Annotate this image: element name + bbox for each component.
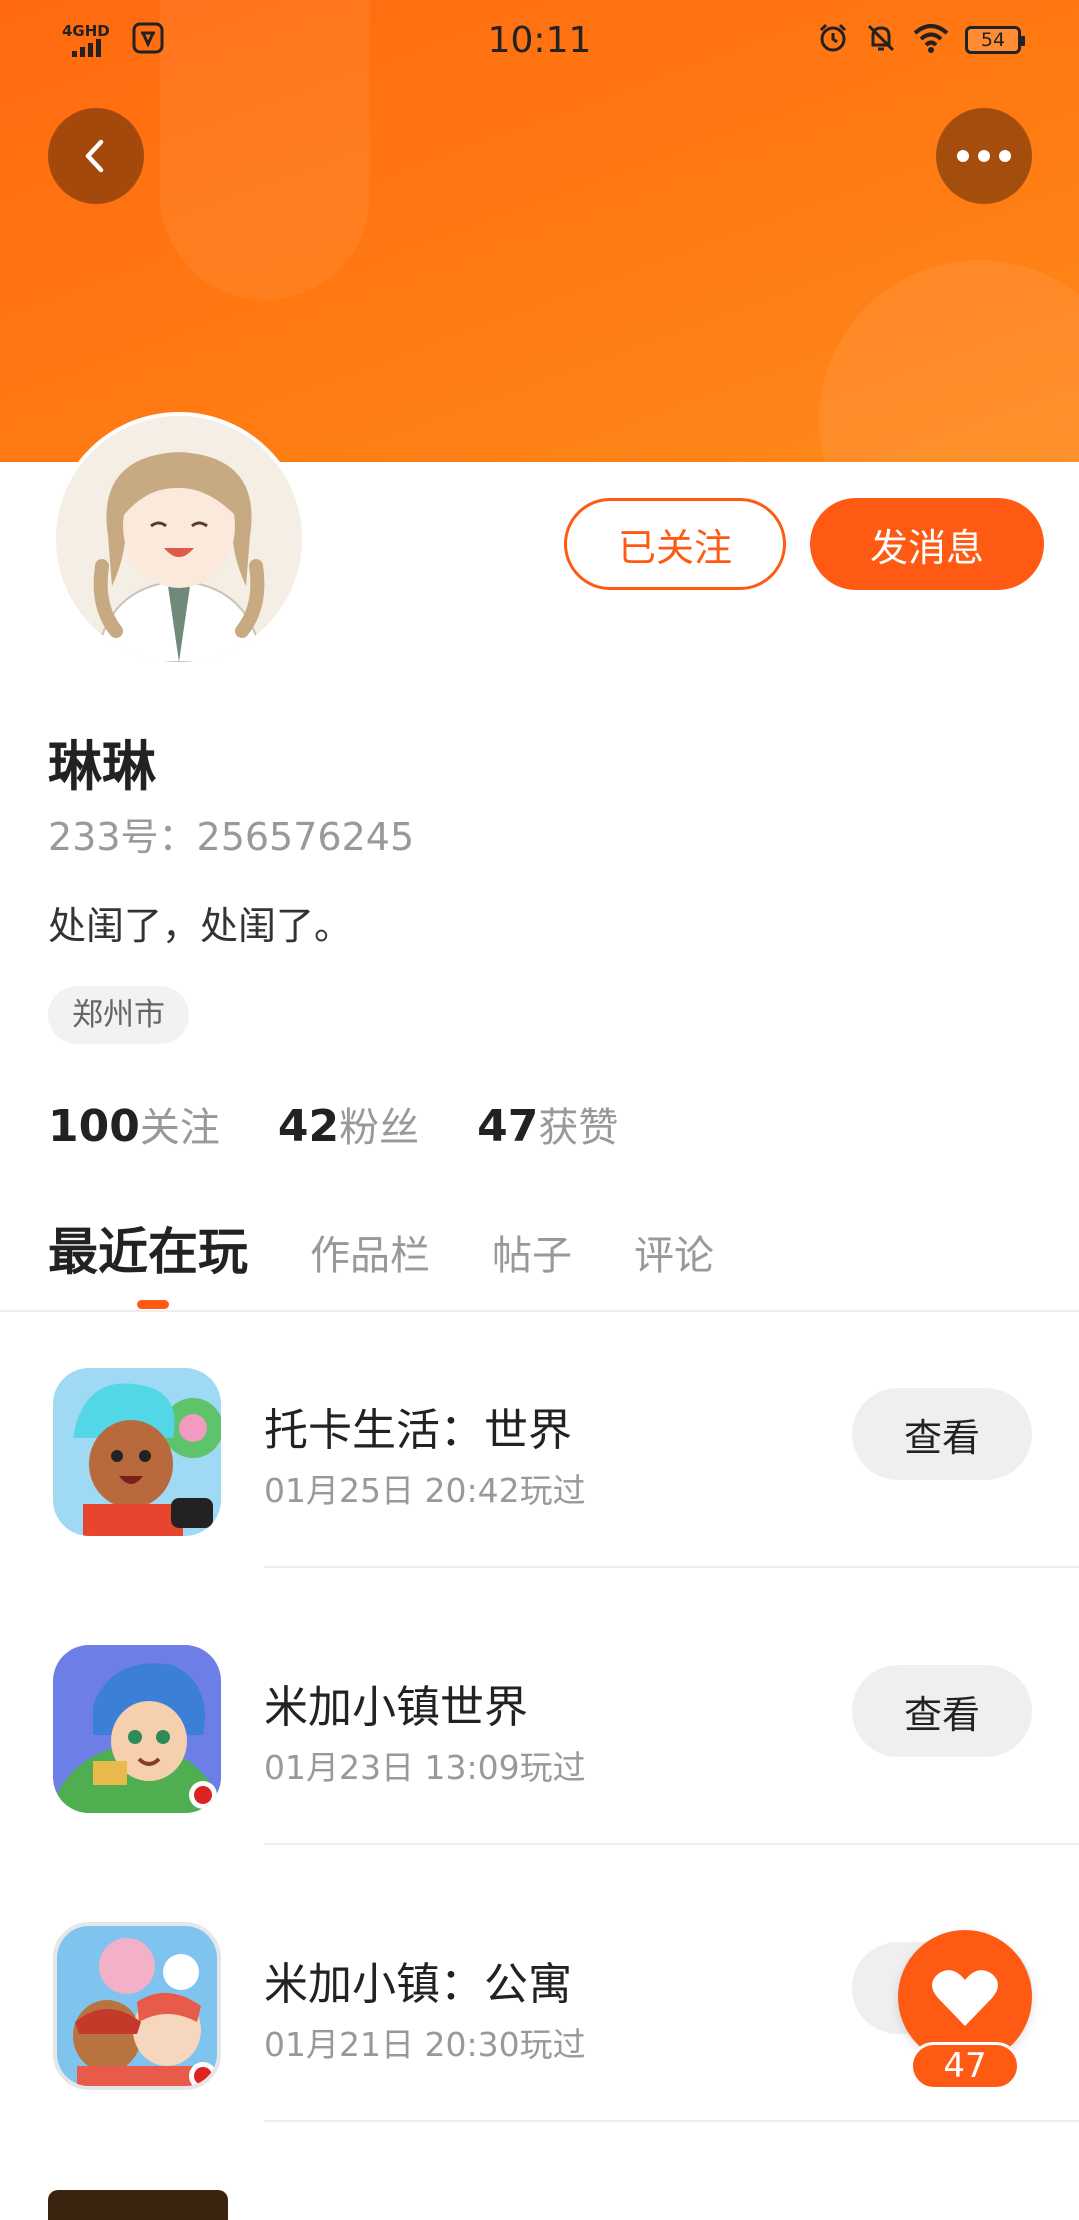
game-name: 米加小镇世界 — [264, 1682, 528, 1733]
view-button[interactable]: 查看 — [852, 1665, 1032, 1757]
tab-posts[interactable]: 帖子 — [492, 1223, 572, 1281]
divider — [264, 2120, 1079, 2122]
stat-number: 100 — [48, 1101, 140, 1152]
game-icon-partial[interactable] — [48, 2190, 228, 2220]
more-dots-icon — [957, 150, 1011, 162]
active-tab-indicator — [137, 1300, 169, 1309]
stat-number: 42 — [277, 1101, 340, 1152]
game-icon-miga-town-apartment[interactable] — [53, 1922, 221, 2090]
send-message-button[interactable]: 发消息 — [810, 498, 1044, 590]
stat-label: 获赞 — [538, 1105, 619, 1151]
game-icon-miga-town-world[interactable] — [53, 1645, 221, 1813]
status-bar: 4GHD 10:11 54 — [0, 0, 1079, 84]
list-item[interactable]: 米加小镇世界 01月23日 13:09玩过 查看 — [0, 1625, 1079, 1901]
game-icon-toca-life-world[interactable] — [53, 1368, 221, 1536]
profile-tabs: 最近在玩 作品栏 帖子 评论 — [48, 1212, 776, 1284]
avatar-illustration — [56, 416, 302, 662]
following-button[interactable]: 已关注 — [564, 498, 786, 590]
list-item[interactable]: 托卡生活：世界 01月25日 20:42玩过 查看 — [0, 1348, 1079, 1624]
user-name: 琳琳 — [48, 735, 156, 798]
view-button[interactable]: 查看 — [852, 1388, 1032, 1480]
following-count[interactable]: 100关注 — [48, 1095, 220, 1153]
tab-comments[interactable]: 评论 — [634, 1223, 714, 1281]
wifi-icon — [913, 23, 949, 57]
more-options-button[interactable] — [936, 108, 1032, 204]
divider — [264, 1566, 1079, 1568]
likes-count[interactable]: 47获赞 — [477, 1095, 618, 1153]
tab-recently-played[interactable]: 最近在玩 — [48, 1212, 248, 1284]
avatar[interactable] — [52, 412, 306, 666]
location-tag: 郑州市 — [48, 986, 189, 1044]
stats-bar: 100关注 42粉丝 47获赞 — [48, 1095, 618, 1153]
played-time: 01月25日 20:42玩过 — [264, 1471, 586, 1510]
played-time: 01月21日 20:30玩过 — [264, 2025, 586, 2064]
header-decoration — [819, 260, 1079, 462]
game-name: 托卡生活：世界 — [264, 1405, 572, 1456]
stat-label: 关注 — [139, 1105, 220, 1151]
game-name: 米加小镇：公寓 — [264, 1959, 572, 2010]
chevron-left-icon — [85, 139, 104, 173]
mute-bell-icon — [865, 22, 897, 58]
like-count-badge: 47 — [910, 2042, 1020, 2090]
tab-works[interactable]: 作品栏 — [310, 1223, 430, 1281]
played-time: 01月23日 13:09玩过 — [264, 1748, 586, 1787]
followers-count[interactable]: 42粉丝 — [278, 1095, 419, 1153]
divider — [264, 1843, 1079, 1845]
stat-label: 粉丝 — [339, 1105, 420, 1151]
heart-icon — [932, 1970, 998, 2026]
battery-icon: 54 — [965, 26, 1025, 54]
alarm-icon — [817, 22, 849, 58]
user-id: 233号：256576245 — [48, 815, 415, 859]
user-bio: 处闺了，处闺了。 — [48, 904, 353, 948]
back-button[interactable] — [48, 108, 144, 204]
stat-number: 47 — [477, 1101, 539, 1152]
divider — [0, 1310, 1079, 1312]
